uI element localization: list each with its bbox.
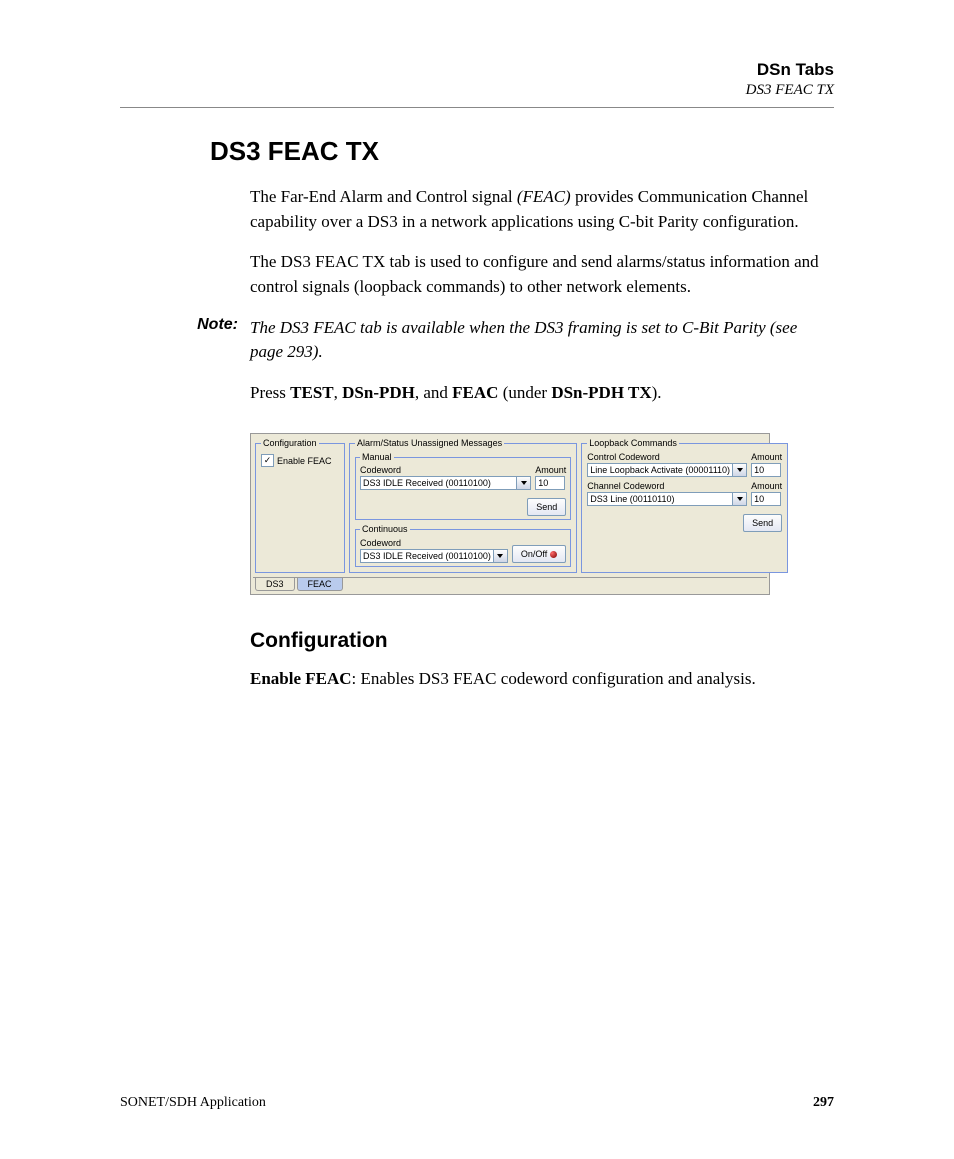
alarm-status-group: Alarm/Status Unassigned Messages Manual … xyxy=(349,438,577,573)
manual-legend: Manual xyxy=(360,452,394,462)
tab-strip: DS3 FEAC xyxy=(251,578,769,594)
onoff-label: On/Off xyxy=(521,549,547,559)
press-instruction: Press TEST, DSn-PDH, and FEAC (under DSn… xyxy=(250,381,834,406)
note-label: Note: xyxy=(120,316,250,365)
chevron-down-icon xyxy=(737,497,743,501)
manual-amount-label: Amount xyxy=(535,465,566,475)
note-body: The DS3 FEAC tab is available when the D… xyxy=(250,316,834,365)
continuous-legend: Continuous xyxy=(360,524,410,534)
configuration-group: Configuration ✓ Enable FEAC xyxy=(255,438,345,573)
control-amount-input[interactable]: 10 xyxy=(751,463,781,477)
control-codeword-dropdown-button[interactable] xyxy=(733,463,747,477)
manual-codeword-label: Codeword xyxy=(360,465,531,475)
alarm-status-legend: Alarm/Status Unassigned Messages xyxy=(355,438,504,448)
continuous-codeword-select[interactable]: DS3 IDLE Received (00110100) xyxy=(360,549,494,563)
configuration-legend: Configuration xyxy=(261,438,319,448)
configuration-heading: Configuration xyxy=(250,629,834,653)
channel-amount-label: Amount xyxy=(751,481,782,491)
configuration-body: Enable FEAC: Enables DS3 FEAC codeword c… xyxy=(250,667,834,692)
footer-page-number: 297 xyxy=(813,1095,834,1111)
manual-amount-input[interactable]: 10 xyxy=(535,476,565,490)
loopback-commands-group: Loopback Commands Control Codeword Line … xyxy=(581,438,788,573)
channel-codeword-dropdown-button[interactable] xyxy=(733,492,747,506)
chevron-down-icon xyxy=(497,554,503,558)
header-divider xyxy=(120,107,834,108)
control-codeword-select[interactable]: Line Loopback Activate (00001110) xyxy=(587,463,733,477)
loopback-legend: Loopback Commands xyxy=(587,438,679,448)
manual-codeword-dropdown-button[interactable] xyxy=(517,476,531,490)
continuous-codeword-label: Codeword xyxy=(360,538,508,548)
continuous-group: Continuous Codeword DS3 IDLE Received (0… xyxy=(355,524,571,567)
control-codeword-label: Control Codeword xyxy=(587,452,747,462)
header-section: DS3 FEAC TX xyxy=(120,82,834,99)
status-led-icon xyxy=(550,551,557,558)
page-title: DS3 FEAC TX xyxy=(210,136,834,167)
continuous-onoff-button[interactable]: On/Off xyxy=(512,545,566,563)
tab-feac[interactable]: FEAC xyxy=(297,578,343,591)
intro-paragraph-2: The DS3 FEAC TX tab is used to configure… xyxy=(250,250,834,299)
channel-codeword-select[interactable]: DS3 Line (00110110) xyxy=(587,492,733,506)
intro-paragraph-1: The Far-End Alarm and Control signal (FE… xyxy=(250,185,834,234)
ds3-feac-tx-panel: Configuration ✓ Enable FEAC Alarm/Status… xyxy=(250,433,770,595)
footer-app-name: SONET/SDH Application xyxy=(120,1095,266,1111)
tab-ds3[interactable]: DS3 xyxy=(255,578,295,591)
continuous-codeword-dropdown-button[interactable] xyxy=(494,549,508,563)
chevron-down-icon xyxy=(737,468,743,472)
control-amount-label: Amount xyxy=(751,452,782,462)
manual-codeword-select[interactable]: DS3 IDLE Received (00110100) xyxy=(360,476,517,490)
enable-feac-checkbox[interactable]: ✓ xyxy=(261,454,274,467)
channel-codeword-label: Channel Codeword xyxy=(587,481,747,491)
enable-feac-label: Enable FEAC xyxy=(277,456,332,466)
header-chapter: DSn Tabs xyxy=(120,60,834,80)
manual-send-button[interactable]: Send xyxy=(527,498,566,516)
chevron-down-icon xyxy=(521,481,527,485)
loopback-send-button[interactable]: Send xyxy=(743,514,782,532)
manual-group: Manual Codeword DS3 IDLE Received (00110… xyxy=(355,452,571,520)
channel-amount-input[interactable]: 10 xyxy=(751,492,781,506)
